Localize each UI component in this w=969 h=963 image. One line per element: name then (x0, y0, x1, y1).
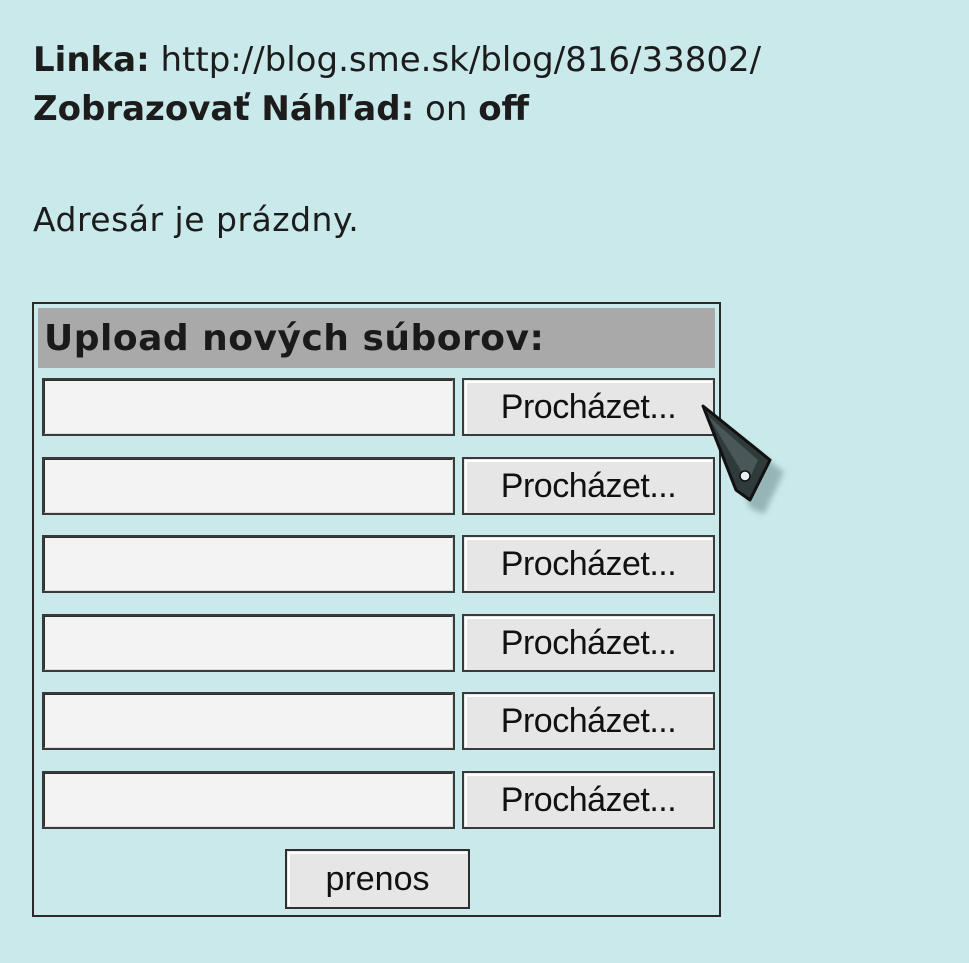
file-path-input[interactable] (42, 457, 455, 515)
file-path-input[interactable] (42, 692, 455, 750)
file-row: Procházet... (42, 378, 715, 438)
file-row: Procházet... (42, 614, 715, 674)
browse-button[interactable]: Procházet... (462, 692, 715, 750)
preview-on-link[interactable]: on (425, 89, 467, 129)
link-value[interactable]: http://blog.sme.sk/blog/816/33802/ (161, 40, 762, 80)
browse-button[interactable]: Procházet... (462, 535, 715, 593)
preview-label: Zobrazovať Náhľad: (33, 89, 415, 129)
mouse-pointer-icon (701, 404, 784, 514)
link-label: Linka: (33, 40, 150, 80)
file-path-input[interactable] (42, 535, 455, 593)
preview-off-selected[interactable]: off (478, 89, 529, 129)
link-line: Linka: http://blog.sme.sk/blog/816/33802… (33, 40, 761, 80)
browse-button[interactable]: Procházet... (462, 378, 715, 436)
browse-button[interactable]: Procházet... (462, 771, 715, 829)
file-path-input[interactable] (42, 378, 455, 436)
browse-button[interactable]: Procházet... (462, 457, 715, 515)
file-row: Procházet... (42, 692, 715, 752)
file-row: Procházet... (42, 771, 715, 831)
file-path-input[interactable] (42, 771, 455, 829)
file-path-input[interactable] (42, 614, 455, 672)
browse-button[interactable]: Procházet... (462, 614, 715, 672)
submit-upload-button[interactable]: prenos (285, 849, 470, 909)
upload-form: Upload nových súborov: Procházet... Proc… (32, 302, 721, 917)
upload-form-title: Upload nových súborov: (38, 308, 715, 368)
file-row: Procházet... (42, 457, 715, 517)
empty-directory-message: Adresár je prázdny. (33, 200, 360, 239)
preview-toggle-line: Zobrazovať Náhľad: on off (33, 89, 529, 129)
file-row: Procházet... (42, 535, 715, 595)
